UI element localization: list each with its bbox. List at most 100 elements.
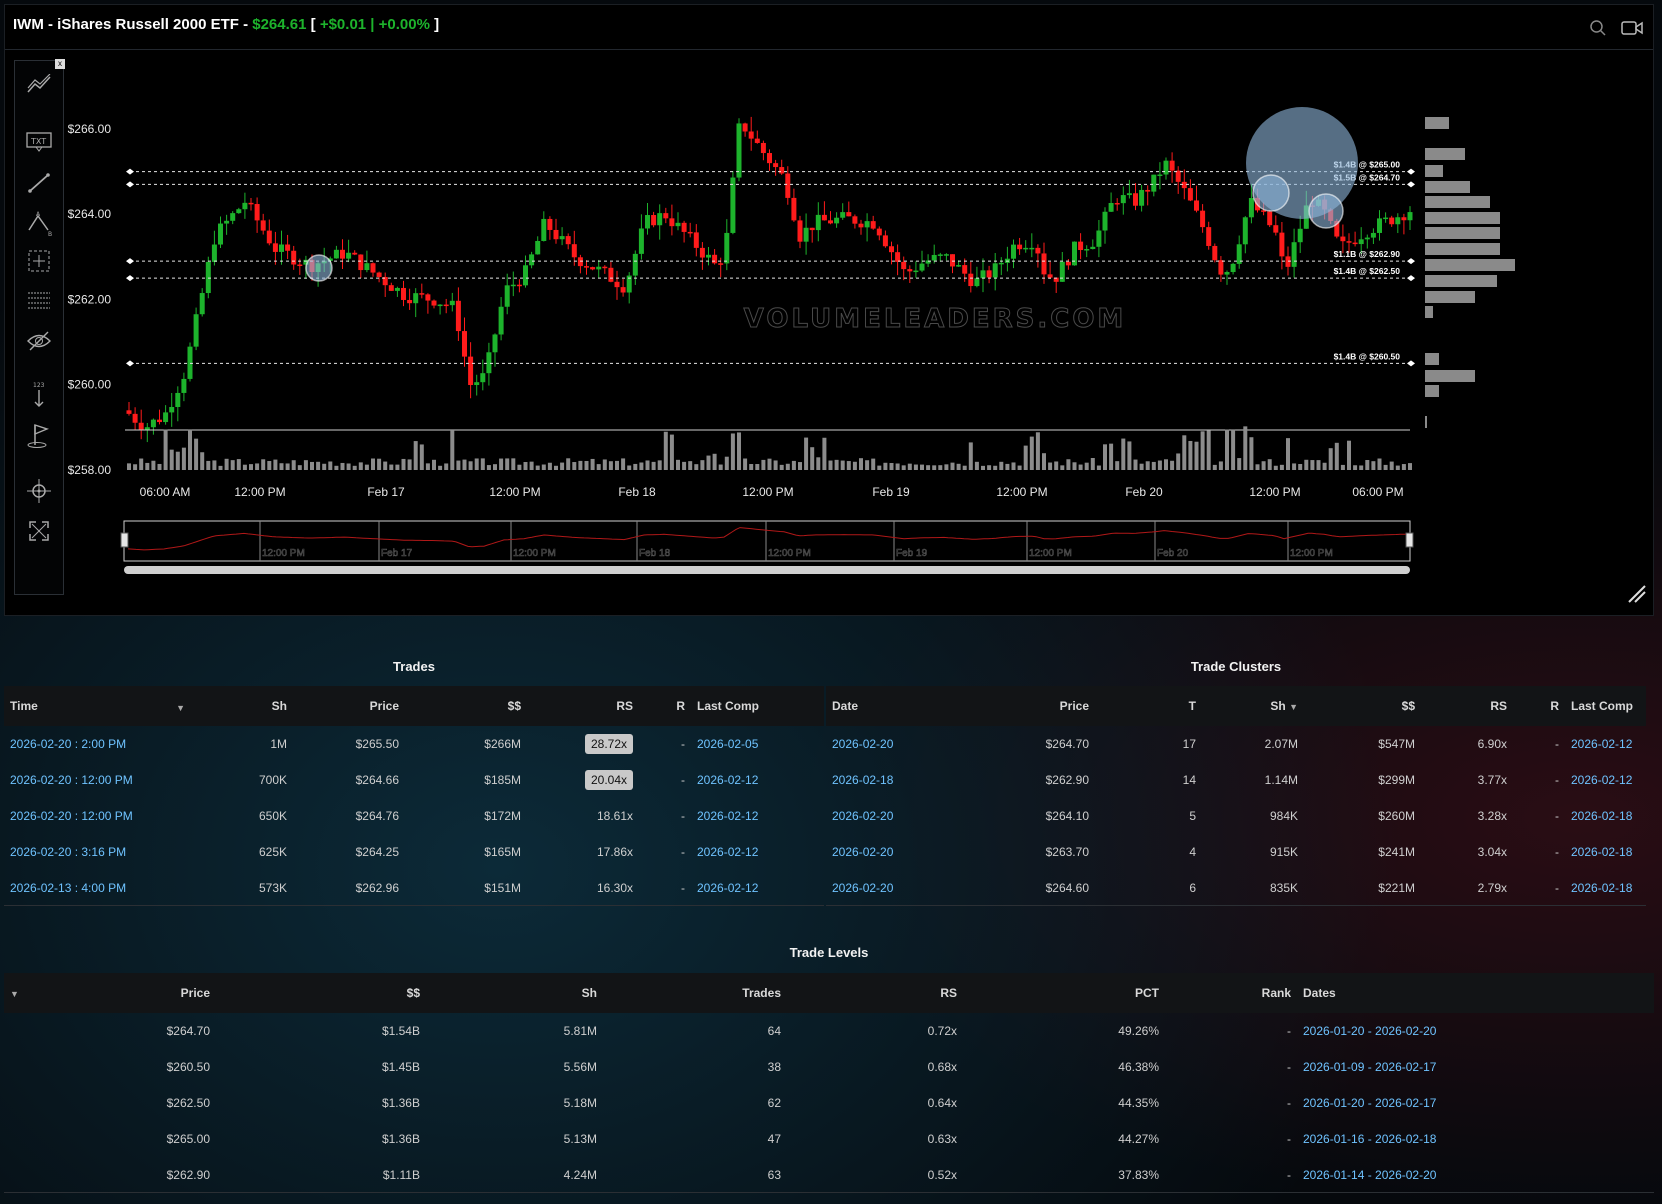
clusters-col-rs[interactable]: RS: [1421, 686, 1513, 726]
horizontal-lines-icon[interactable]: [25, 287, 53, 315]
trade-last-comp-link[interactable]: 2026-02-12: [697, 809, 758, 823]
trades-col-dollars[interactable]: $$: [405, 686, 527, 726]
trades-col-sh[interactable]: Sh: [191, 686, 293, 726]
text-annotation-icon[interactable]: TXT: [25, 127, 53, 155]
levels-col-price[interactable]: Price: [46, 973, 216, 1013]
candle-body: [504, 285, 510, 307]
line-draw-icon[interactable]: [25, 169, 53, 197]
clusters-row[interactable]: 2026-02-20 $263.70 4 915K $241M 3.04x -2026-02…: [826, 834, 1646, 870]
clusters-col-sh[interactable]: Sh ▼: [1202, 686, 1304, 726]
trade-time-link[interactable]: 2026-02-13 : 4:00 PM: [10, 881, 126, 895]
levels-col-sh[interactable]: Sh: [426, 973, 603, 1013]
clusters-row[interactable]: 2026-02-18 $262.90 14 1.14M $299M 3.77x -2026-…: [826, 762, 1646, 798]
levels-col-dates[interactable]: Dates: [1297, 973, 1654, 1013]
trade-time-link[interactable]: 2026-02-20 : 3:16 PM: [10, 845, 126, 859]
volume-bar: [712, 453, 717, 470]
candle-body: [1346, 241, 1352, 243]
cluster-last-comp-link[interactable]: 2026-02-18: [1571, 809, 1632, 823]
levels-row[interactable]: $262.50 $1.36B 5.18M 62 0.64x 44.35% -2026-01-…: [4, 1085, 1654, 1121]
trend-lines-icon[interactable]: [25, 71, 53, 99]
volume-bar: [968, 442, 973, 470]
volume-profile-bar: [1425, 117, 1449, 129]
clusters-col-price[interactable]: Price: [968, 686, 1095, 726]
levels-sort-toggle[interactable]: ▼: [4, 973, 46, 1013]
candle-body: [1017, 244, 1023, 250]
trades-col-last-comp[interactable]: Last Comp: [691, 686, 824, 726]
trades-row[interactable]: 2026-02-20 : 12:00 PM 700K $264.66 $185M 20.…: [4, 762, 824, 798]
trade-time-link[interactable]: 2026-02-20 : 12:00 PM: [10, 773, 133, 787]
pattern-abc-icon[interactable]: AB: [25, 209, 53, 237]
cluster-date-link[interactable]: 2026-02-18: [832, 773, 893, 787]
navigator-label: Feb 19: [896, 548, 928, 559]
trades-col-time[interactable]: Time ▼: [4, 686, 191, 726]
trade-last-comp-link[interactable]: 2026-02-12: [697, 881, 758, 895]
clusters-row[interactable]: 2026-02-20 $264.10 5 984K $260M 3.28x -2026-02…: [826, 798, 1646, 834]
clusters-col-date[interactable]: Date: [826, 686, 968, 726]
price-chart[interactable]: $266.00 $264.00 $262.00 $260.00 $258.00 VOLUM…: [5, 5, 1655, 617]
measure-icon[interactable]: 123: [25, 381, 53, 409]
clusters-row[interactable]: 2026-02-20 $264.60 6 835K $221M 2.79x -2026-02…: [826, 870, 1646, 906]
clusters-col-dollars[interactable]: $$: [1304, 686, 1421, 726]
trades-row[interactable]: 2026-02-20 : 3:16 PM 625K $264.25 $165M 17.8…: [4, 834, 824, 870]
resize-handle-icon[interactable]: [1627, 584, 1647, 609]
cluster-last-comp-link[interactable]: 2026-02-18: [1571, 881, 1632, 895]
levels-col-dollars[interactable]: $$: [216, 973, 426, 1013]
candle-body: [333, 249, 339, 259]
volume-bar: [1133, 459, 1138, 470]
cluster-date-link[interactable]: 2026-02-20: [832, 845, 893, 859]
toolbar-close-button[interactable]: x: [55, 59, 65, 69]
trade-time-link[interactable]: 2026-02-20 : 2:00 PM: [10, 737, 126, 751]
sort-caret-icon[interactable]: ▼: [10, 989, 19, 999]
trades-col-rs[interactable]: RS: [527, 686, 639, 726]
level-dates-link[interactable]: 2026-01-20 - 2026-02-20: [1303, 1024, 1436, 1038]
zoom-target-icon[interactable]: [25, 477, 53, 505]
volume-bar: [962, 465, 967, 470]
trade-last-comp-link[interactable]: 2026-02-12: [697, 773, 758, 787]
clusters-col-r[interactable]: R: [1513, 686, 1565, 726]
clusters-col-t[interactable]: T: [1095, 686, 1202, 726]
trades-row[interactable]: 2026-02-13 : 4:00 PM 573K $262.96 $151M 16.3…: [4, 870, 824, 906]
levels-col-rank[interactable]: Rank: [1165, 973, 1297, 1013]
cluster-last-comp-link[interactable]: 2026-02-12: [1571, 773, 1632, 787]
cluster-last-comp-link[interactable]: 2026-02-18: [1571, 845, 1632, 859]
levels-row[interactable]: $260.50 $1.45B 5.56M 38 0.68x 46.38% -2026-01-…: [4, 1049, 1654, 1085]
level-dates-link[interactable]: 2026-01-09 - 2026-02-17: [1303, 1060, 1436, 1074]
cluster-date-link[interactable]: 2026-02-20: [832, 881, 893, 895]
trades-col-price[interactable]: Price: [293, 686, 405, 726]
trades-row[interactable]: 2026-02-20 : 12:00 PM 650K $264.76 $172M 18.…: [4, 798, 824, 834]
trades-col-r[interactable]: R: [639, 686, 691, 726]
level-dates-link[interactable]: 2026-01-16 - 2026-02-18: [1303, 1132, 1436, 1146]
navigator-scrollbar[interactable]: [124, 566, 1410, 574]
expand-icon[interactable]: [25, 517, 53, 545]
level-rs: 0.64x: [927, 1095, 957, 1110]
candle-body: [541, 218, 547, 241]
level-dates-link[interactable]: 2026-01-20 - 2026-02-17: [1303, 1096, 1436, 1110]
trade-dollars: $165M: [484, 844, 521, 859]
cluster-date-link[interactable]: 2026-02-20: [832, 809, 893, 823]
trade-last-comp-link[interactable]: 2026-02-12: [697, 845, 758, 859]
sort-caret-icon[interactable]: ▼: [176, 703, 185, 713]
clusters-row[interactable]: 2026-02-20 $264.70 17 2.07M $547M 6.90x -2026-…: [826, 726, 1646, 762]
flag-icon[interactable]: [25, 421, 53, 449]
levels-row[interactable]: $262.90 $1.11B 4.24M 63 0.52x 37.83% -2026-01-…: [4, 1157, 1654, 1193]
level-dollars: $1.11B: [382, 1167, 420, 1182]
level-dates-link[interactable]: 2026-01-14 - 2026-02-20: [1303, 1168, 1436, 1182]
levels-col-rs[interactable]: RS: [787, 973, 963, 1013]
hide-eye-icon[interactable]: [25, 327, 53, 355]
trade-time-link[interactable]: 2026-02-20 : 12:00 PM: [10, 809, 133, 823]
navigator-handle-right[interactable]: [1405, 532, 1414, 548]
cluster-date-link[interactable]: 2026-02-20: [832, 737, 893, 751]
trade-last-comp-link[interactable]: 2026-02-05: [697, 737, 758, 751]
levels-col-pct[interactable]: PCT: [963, 973, 1165, 1013]
navigator-handle-left[interactable]: [120, 532, 129, 548]
levels-row[interactable]: $265.00 $1.36B 5.13M 47 0.63x 44.27% -2026-01-…: [4, 1121, 1654, 1157]
clusters-col-last-comp[interactable]: Last Comp: [1565, 686, 1646, 726]
levels-row[interactable]: $264.70 $1.54B 5.81M 64 0.72x 49.26% -2026-01-…: [4, 1013, 1654, 1049]
levels-col-trades[interactable]: Trades: [603, 973, 787, 1013]
sort-caret-icon[interactable]: ▼: [1289, 702, 1298, 712]
cluster-last-comp-link[interactable]: 2026-02-12: [1571, 737, 1632, 751]
trades-row[interactable]: 2026-02-20 : 2:00 PM 1M $265.50 $266M 28.72x…: [4, 726, 824, 762]
crosshair-box-icon[interactable]: [25, 247, 53, 275]
volume-bar: [651, 461, 656, 470]
candle-body: [571, 244, 577, 258]
